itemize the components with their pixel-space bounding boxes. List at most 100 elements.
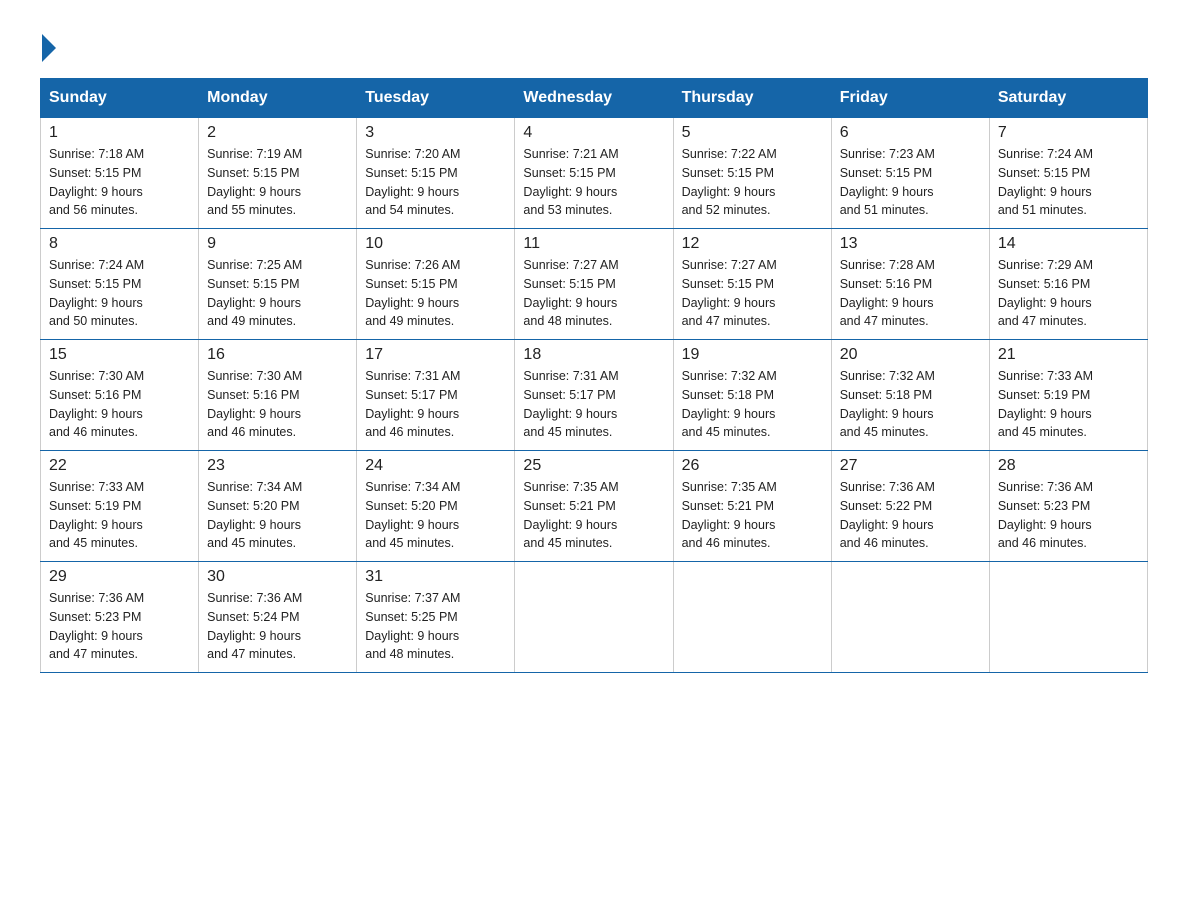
calendar-cell: 11 Sunrise: 7:27 AMSunset: 5:15 PMDaylig… [515, 229, 673, 340]
column-header-saturday: Saturday [989, 79, 1147, 118]
calendar-cell: 23 Sunrise: 7:34 AMSunset: 5:20 PMDaylig… [199, 451, 357, 562]
day-number: 3 [365, 124, 506, 142]
calendar-cell: 25 Sunrise: 7:35 AMSunset: 5:21 PMDaylig… [515, 451, 673, 562]
calendar-table: SundayMondayTuesdayWednesdayThursdayFrid… [40, 78, 1148, 673]
calendar-cell: 6 Sunrise: 7:23 AMSunset: 5:15 PMDayligh… [831, 118, 989, 229]
day-info: Sunrise: 7:31 AMSunset: 5:17 PMDaylight:… [365, 367, 506, 442]
day-number: 12 [682, 235, 823, 253]
calendar-cell: 8 Sunrise: 7:24 AMSunset: 5:15 PMDayligh… [41, 229, 199, 340]
calendar-cell: 28 Sunrise: 7:36 AMSunset: 5:23 PMDaylig… [989, 451, 1147, 562]
day-number: 14 [998, 235, 1139, 253]
day-number: 8 [49, 235, 190, 253]
day-info: Sunrise: 7:27 AMSunset: 5:15 PMDaylight:… [523, 256, 664, 331]
day-info: Sunrise: 7:30 AMSunset: 5:16 PMDaylight:… [49, 367, 190, 442]
day-info: Sunrise: 7:32 AMSunset: 5:18 PMDaylight:… [840, 367, 981, 442]
calendar-cell: 10 Sunrise: 7:26 AMSunset: 5:15 PMDaylig… [357, 229, 515, 340]
calendar-cell: 4 Sunrise: 7:21 AMSunset: 5:15 PMDayligh… [515, 118, 673, 229]
day-number: 19 [682, 346, 823, 364]
calendar-week-row: 22 Sunrise: 7:33 AMSunset: 5:19 PMDaylig… [41, 451, 1148, 562]
calendar-cell: 14 Sunrise: 7:29 AMSunset: 5:16 PMDaylig… [989, 229, 1147, 340]
column-header-tuesday: Tuesday [357, 79, 515, 118]
day-number: 28 [998, 457, 1139, 475]
day-number: 2 [207, 124, 348, 142]
day-number: 11 [523, 235, 664, 253]
calendar-header-row: SundayMondayTuesdayWednesdayThursdayFrid… [41, 79, 1148, 118]
calendar-cell: 19 Sunrise: 7:32 AMSunset: 5:18 PMDaylig… [673, 340, 831, 451]
calendar-cell: 13 Sunrise: 7:28 AMSunset: 5:16 PMDaylig… [831, 229, 989, 340]
day-number: 27 [840, 457, 981, 475]
calendar-cell: 15 Sunrise: 7:30 AMSunset: 5:16 PMDaylig… [41, 340, 199, 451]
calendar-cell: 30 Sunrise: 7:36 AMSunset: 5:24 PMDaylig… [199, 562, 357, 673]
page-header [40, 30, 1148, 58]
calendar-cell: 5 Sunrise: 7:22 AMSunset: 5:15 PMDayligh… [673, 118, 831, 229]
day-info: Sunrise: 7:20 AMSunset: 5:15 PMDaylight:… [365, 145, 506, 220]
day-number: 30 [207, 568, 348, 586]
day-number: 18 [523, 346, 664, 364]
day-info: Sunrise: 7:36 AMSunset: 5:22 PMDaylight:… [840, 478, 981, 553]
calendar-cell [515, 562, 673, 673]
calendar-cell: 21 Sunrise: 7:33 AMSunset: 5:19 PMDaylig… [989, 340, 1147, 451]
day-number: 17 [365, 346, 506, 364]
day-info: Sunrise: 7:30 AMSunset: 5:16 PMDaylight:… [207, 367, 348, 442]
calendar-cell: 17 Sunrise: 7:31 AMSunset: 5:17 PMDaylig… [357, 340, 515, 451]
day-info: Sunrise: 7:22 AMSunset: 5:15 PMDaylight:… [682, 145, 823, 220]
day-number: 26 [682, 457, 823, 475]
day-info: Sunrise: 7:18 AMSunset: 5:15 PMDaylight:… [49, 145, 190, 220]
calendar-cell: 2 Sunrise: 7:19 AMSunset: 5:15 PMDayligh… [199, 118, 357, 229]
day-info: Sunrise: 7:21 AMSunset: 5:15 PMDaylight:… [523, 145, 664, 220]
day-info: Sunrise: 7:36 AMSunset: 5:23 PMDaylight:… [49, 589, 190, 664]
calendar-cell: 7 Sunrise: 7:24 AMSunset: 5:15 PMDayligh… [989, 118, 1147, 229]
day-number: 21 [998, 346, 1139, 364]
calendar-cell [831, 562, 989, 673]
day-number: 1 [49, 124, 190, 142]
calendar-week-row: 15 Sunrise: 7:30 AMSunset: 5:16 PMDaylig… [41, 340, 1148, 451]
calendar-cell: 31 Sunrise: 7:37 AMSunset: 5:25 PMDaylig… [357, 562, 515, 673]
day-info: Sunrise: 7:35 AMSunset: 5:21 PMDaylight:… [682, 478, 823, 553]
day-info: Sunrise: 7:28 AMSunset: 5:16 PMDaylight:… [840, 256, 981, 331]
day-number: 23 [207, 457, 348, 475]
day-number: 15 [49, 346, 190, 364]
column-header-thursday: Thursday [673, 79, 831, 118]
day-number: 13 [840, 235, 981, 253]
calendar-cell: 12 Sunrise: 7:27 AMSunset: 5:15 PMDaylig… [673, 229, 831, 340]
calendar-cell: 24 Sunrise: 7:34 AMSunset: 5:20 PMDaylig… [357, 451, 515, 562]
calendar-cell [673, 562, 831, 673]
day-number: 16 [207, 346, 348, 364]
day-number: 4 [523, 124, 664, 142]
calendar-cell: 1 Sunrise: 7:18 AMSunset: 5:15 PMDayligh… [41, 118, 199, 229]
day-info: Sunrise: 7:33 AMSunset: 5:19 PMDaylight:… [998, 367, 1139, 442]
calendar-week-row: 8 Sunrise: 7:24 AMSunset: 5:15 PMDayligh… [41, 229, 1148, 340]
day-info: Sunrise: 7:33 AMSunset: 5:19 PMDaylight:… [49, 478, 190, 553]
day-number: 29 [49, 568, 190, 586]
day-number: 9 [207, 235, 348, 253]
day-info: Sunrise: 7:36 AMSunset: 5:23 PMDaylight:… [998, 478, 1139, 553]
day-info: Sunrise: 7:29 AMSunset: 5:16 PMDaylight:… [998, 256, 1139, 331]
logo-arrow-icon [42, 34, 56, 62]
day-info: Sunrise: 7:24 AMSunset: 5:15 PMDaylight:… [49, 256, 190, 331]
day-info: Sunrise: 7:32 AMSunset: 5:18 PMDaylight:… [682, 367, 823, 442]
day-info: Sunrise: 7:35 AMSunset: 5:21 PMDaylight:… [523, 478, 664, 553]
calendar-cell: 9 Sunrise: 7:25 AMSunset: 5:15 PMDayligh… [199, 229, 357, 340]
day-number: 24 [365, 457, 506, 475]
day-info: Sunrise: 7:26 AMSunset: 5:15 PMDaylight:… [365, 256, 506, 331]
day-info: Sunrise: 7:24 AMSunset: 5:15 PMDaylight:… [998, 145, 1139, 220]
day-number: 7 [998, 124, 1139, 142]
calendar-cell: 29 Sunrise: 7:36 AMSunset: 5:23 PMDaylig… [41, 562, 199, 673]
day-info: Sunrise: 7:37 AMSunset: 5:25 PMDaylight:… [365, 589, 506, 664]
day-info: Sunrise: 7:34 AMSunset: 5:20 PMDaylight:… [207, 478, 348, 553]
calendar-week-row: 29 Sunrise: 7:36 AMSunset: 5:23 PMDaylig… [41, 562, 1148, 673]
day-info: Sunrise: 7:27 AMSunset: 5:15 PMDaylight:… [682, 256, 823, 331]
column-header-wednesday: Wednesday [515, 79, 673, 118]
calendar-week-row: 1 Sunrise: 7:18 AMSunset: 5:15 PMDayligh… [41, 118, 1148, 229]
day-info: Sunrise: 7:25 AMSunset: 5:15 PMDaylight:… [207, 256, 348, 331]
logo [40, 30, 56, 58]
day-number: 10 [365, 235, 506, 253]
day-info: Sunrise: 7:23 AMSunset: 5:15 PMDaylight:… [840, 145, 981, 220]
day-info: Sunrise: 7:34 AMSunset: 5:20 PMDaylight:… [365, 478, 506, 553]
column-header-sunday: Sunday [41, 79, 199, 118]
column-header-friday: Friday [831, 79, 989, 118]
calendar-cell: 16 Sunrise: 7:30 AMSunset: 5:16 PMDaylig… [199, 340, 357, 451]
day-number: 31 [365, 568, 506, 586]
calendar-cell: 27 Sunrise: 7:36 AMSunset: 5:22 PMDaylig… [831, 451, 989, 562]
day-info: Sunrise: 7:36 AMSunset: 5:24 PMDaylight:… [207, 589, 348, 664]
